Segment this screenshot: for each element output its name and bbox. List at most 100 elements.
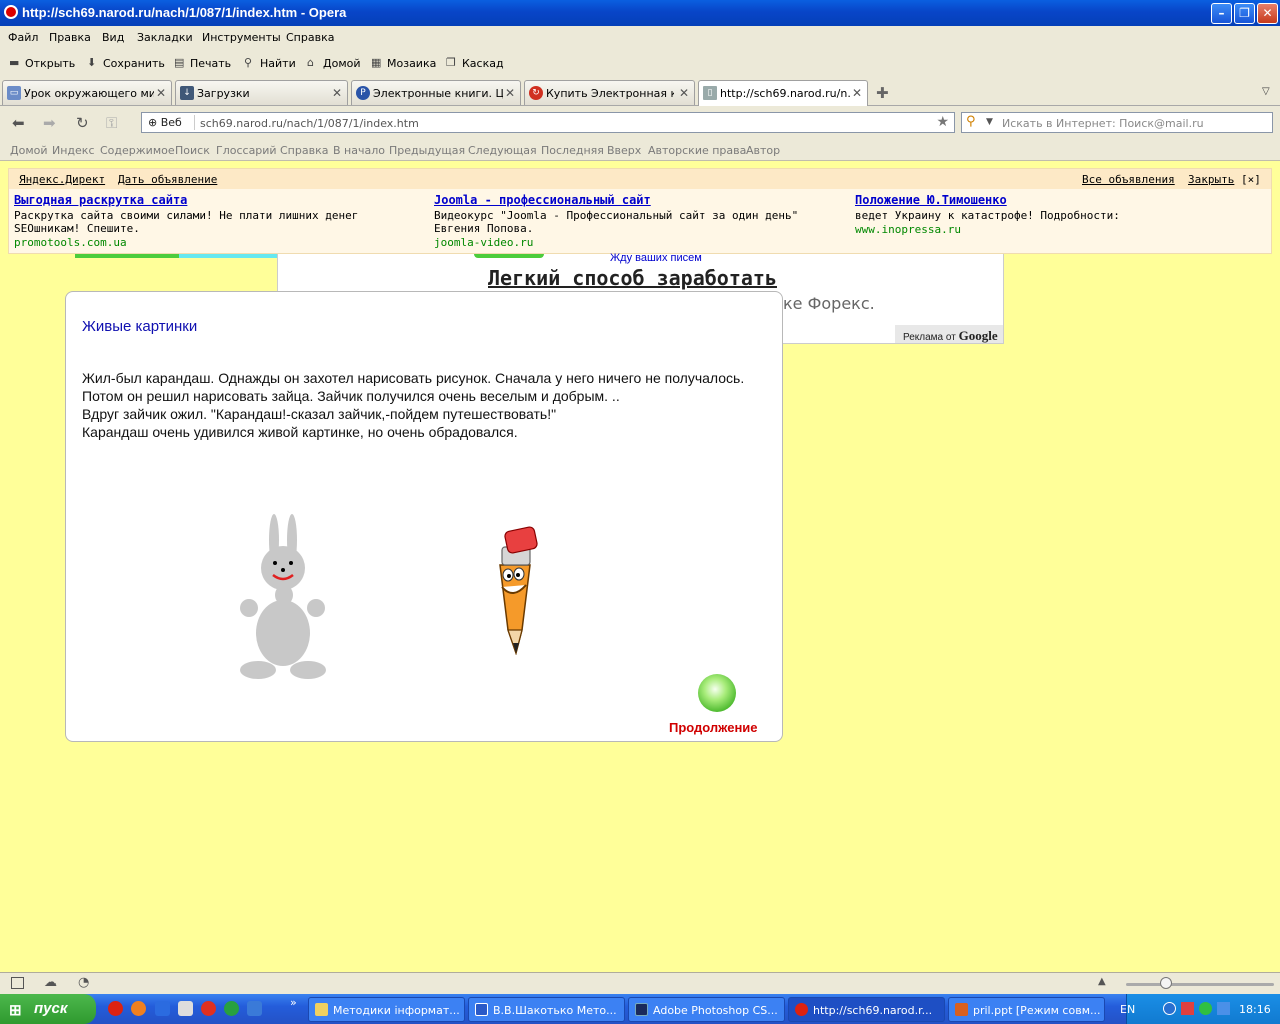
close-tab-icon[interactable]: ✕ [852, 86, 862, 100]
home-button[interactable]: ⌂ Домой [307, 56, 361, 71]
start-button[interactable]: ⊞ пуск [0, 994, 96, 1024]
wand-key-icon[interactable]: ⚿ [106, 114, 117, 132]
address-field[interactable]: ⊕ Веб sch69.narod.ru/nach/1/087/1/index.… [141, 112, 955, 133]
cascade-button[interactable]: ❐ Каскад [446, 57, 504, 71]
ad-url[interactable]: joomla-video.ru [434, 236, 844, 249]
continue-link[interactable]: Продолжение [669, 720, 758, 735]
nav-copyright[interactable]: Авторские права [648, 144, 746, 157]
menu-tools[interactable]: Инструменты [202, 31, 281, 44]
close-tab-icon[interactable]: ✕ [505, 86, 515, 100]
search-field[interactable]: ⚲ ▼ Искать в Интернет: Поиск@mail.ru [961, 112, 1273, 133]
menu-edit[interactable]: Правка [49, 31, 91, 44]
panel-toggle-icon[interactable] [11, 977, 24, 989]
menu-file[interactable]: Файл [8, 31, 38, 44]
tab-current[interactable]: ▯ http://sch69.narod.ru/n... ✕ [698, 80, 868, 106]
nav-search[interactable]: Поиск [175, 144, 210, 157]
zoom-up-icon[interactable]: ▲ [1098, 976, 1106, 987]
nav-next[interactable]: Следующая [468, 144, 537, 157]
firefox-quicklaunch-icon[interactable] [131, 1001, 146, 1016]
nav-index[interactable]: Индекс [52, 144, 95, 157]
all-ads-link[interactable]: Все объявления [1082, 173, 1175, 186]
tab-downloads[interactable]: ↓ Загрузки ✕ [175, 80, 348, 105]
close-tab-icon[interactable]: ✕ [332, 86, 342, 100]
ad-item: Выгодная раскрутка сайта Раскрутка сайта… [14, 193, 424, 249]
wait-letters-link[interactable]: Жду ваших писем [610, 252, 702, 264]
clock: 18:16 [1239, 1003, 1271, 1016]
reload-icon[interactable]: ↻ [76, 114, 89, 132]
cloud-icon[interactable]: ☁ [44, 975, 57, 990]
ad-url[interactable]: www.inopressa.ru [855, 223, 1265, 236]
task-opera[interactable]: http://sch69.narod.r... [788, 997, 945, 1022]
close-icon[interactable]: [×] [1241, 173, 1261, 186]
nav-up[interactable]: Вверх [607, 144, 641, 157]
web-security-label[interactable]: ⊕ Веб [148, 116, 182, 129]
nav-home[interactable]: Домой [10, 144, 48, 157]
ad-headline-link[interactable]: Легкий способ заработать [488, 266, 777, 290]
ads-by-google-badge[interactable]: Реклама от Google [895, 325, 1003, 343]
main-toolbar: ▬ Открыть ⬇ Сохранить ▤ Печать ⚲ Найти ⌂ Домо… [0, 48, 1280, 78]
desktop-quicklaunch-icon[interactable] [247, 1001, 262, 1016]
media-quicklaunch-icon[interactable] [201, 1001, 216, 1016]
ad-title-link[interactable]: Joomla - профессиональный сайт [434, 193, 844, 207]
chevron-more-icon[interactable]: » [290, 996, 297, 1009]
bunny-illustration [240, 514, 326, 679]
close-tab-icon[interactable]: ✕ [679, 86, 689, 100]
nav-first[interactable]: В начало [333, 144, 385, 157]
search-engine-icon[interactable]: ⚲ [966, 114, 976, 129]
ad-title-link[interactable]: Выгодная раскрутка сайта [14, 193, 424, 207]
close-tab-icon[interactable]: ✕ [156, 86, 166, 100]
task-folder[interactable]: Методики інформат... [308, 997, 465, 1022]
menu-help[interactable]: Справка [286, 31, 334, 44]
chevron-down-icon[interactable]: ▼ [986, 117, 993, 127]
bookmark-star-icon[interactable]: ★ [936, 114, 949, 130]
tray-network-icon[interactable] [1217, 1002, 1230, 1015]
save-button[interactable]: ⬇ Сохранить [87, 57, 165, 71]
tile-button[interactable]: ▦ Мозаика [371, 57, 436, 71]
language-indicator[interactable]: EN [1120, 1003, 1135, 1016]
notepad-quicklaunch-icon[interactable] [178, 1001, 193, 1016]
yandex-direct-link[interactable]: Яндекс.Директ [19, 173, 105, 186]
print-button[interactable]: ▤ Печать [174, 57, 231, 71]
find-button[interactable]: ⚲ Найти [244, 57, 296, 71]
ad-title-link[interactable]: Положение Ю.Тимошенко [855, 193, 1265, 207]
menu-view[interactable]: Вид [102, 31, 124, 44]
home-icon: ⌂ [307, 56, 314, 69]
task-word[interactable]: В.В.Шакотько Мето... [468, 997, 625, 1022]
maximize-button[interactable]: ❐ [1234, 3, 1255, 24]
place-ad-link[interactable]: Дать объявление [118, 173, 217, 186]
ad-url[interactable]: promotools.com.ua [14, 236, 424, 249]
continue-ball-button[interactable] [698, 674, 736, 712]
ie-quicklaunch-icon[interactable] [155, 1001, 170, 1016]
tray-antivirus-icon[interactable] [1181, 1002, 1194, 1015]
tab-buy[interactable]: ↻ Купить Электронная к... ✕ [524, 80, 695, 105]
menu-bookmarks[interactable]: Закладки [137, 31, 193, 44]
nav-contents[interactable]: Содержимое [100, 144, 175, 157]
tray-icq-icon[interactable] [1199, 1002, 1212, 1015]
menu-bar: Файл Правка Вид Закладки Инструменты Спр… [0, 26, 1280, 48]
back-icon[interactable]: ⬅ [12, 114, 25, 132]
close-ads-link[interactable]: Закрыть [1188, 173, 1234, 186]
task-photoshop[interactable]: Adobe Photoshop CS... [628, 997, 785, 1022]
utorrent-quicklaunch-icon[interactable] [224, 1001, 239, 1016]
zoom-slider[interactable] [1126, 983, 1274, 986]
nav-glossary[interactable]: Глоссарий [216, 144, 277, 157]
minimize-button[interactable]: – [1211, 3, 1232, 24]
nav-previous[interactable]: Предыдущая [389, 144, 465, 157]
tab-lesson[interactable]: ▭ Урок окружающего ми... ✕ [2, 80, 172, 105]
ad-forex-text: ке Форекс. [783, 294, 875, 313]
nav-help[interactable]: Справка [280, 144, 328, 157]
tray-arrow-icon[interactable] [1163, 1002, 1176, 1015]
window-title: http://sch69.narod.ru/nach/1/087/1/index… [22, 5, 347, 20]
tab-list-chevron-icon[interactable]: ▽ [1262, 86, 1270, 97]
task-powerpoint[interactable]: pril.ppt [Режим совм... [948, 997, 1105, 1022]
forward-icon[interactable]: ➡ [43, 114, 56, 132]
open-button[interactable]: ▬ Открыть [9, 57, 75, 71]
close-window-button[interactable]: ✕ [1257, 3, 1278, 24]
speed-dial-icon[interactable]: ◔ [78, 975, 89, 990]
zoom-slider-handle[interactable] [1160, 977, 1172, 989]
new-tab-button[interactable]: ✚ [876, 84, 889, 102]
opera-quicklaunch-icon[interactable] [108, 1001, 123, 1016]
tab-ebooks[interactable]: P Электронные книги. Ц... ✕ [351, 80, 521, 105]
nav-last[interactable]: Последняя [541, 144, 604, 157]
nav-author[interactable]: Автор [746, 144, 780, 157]
